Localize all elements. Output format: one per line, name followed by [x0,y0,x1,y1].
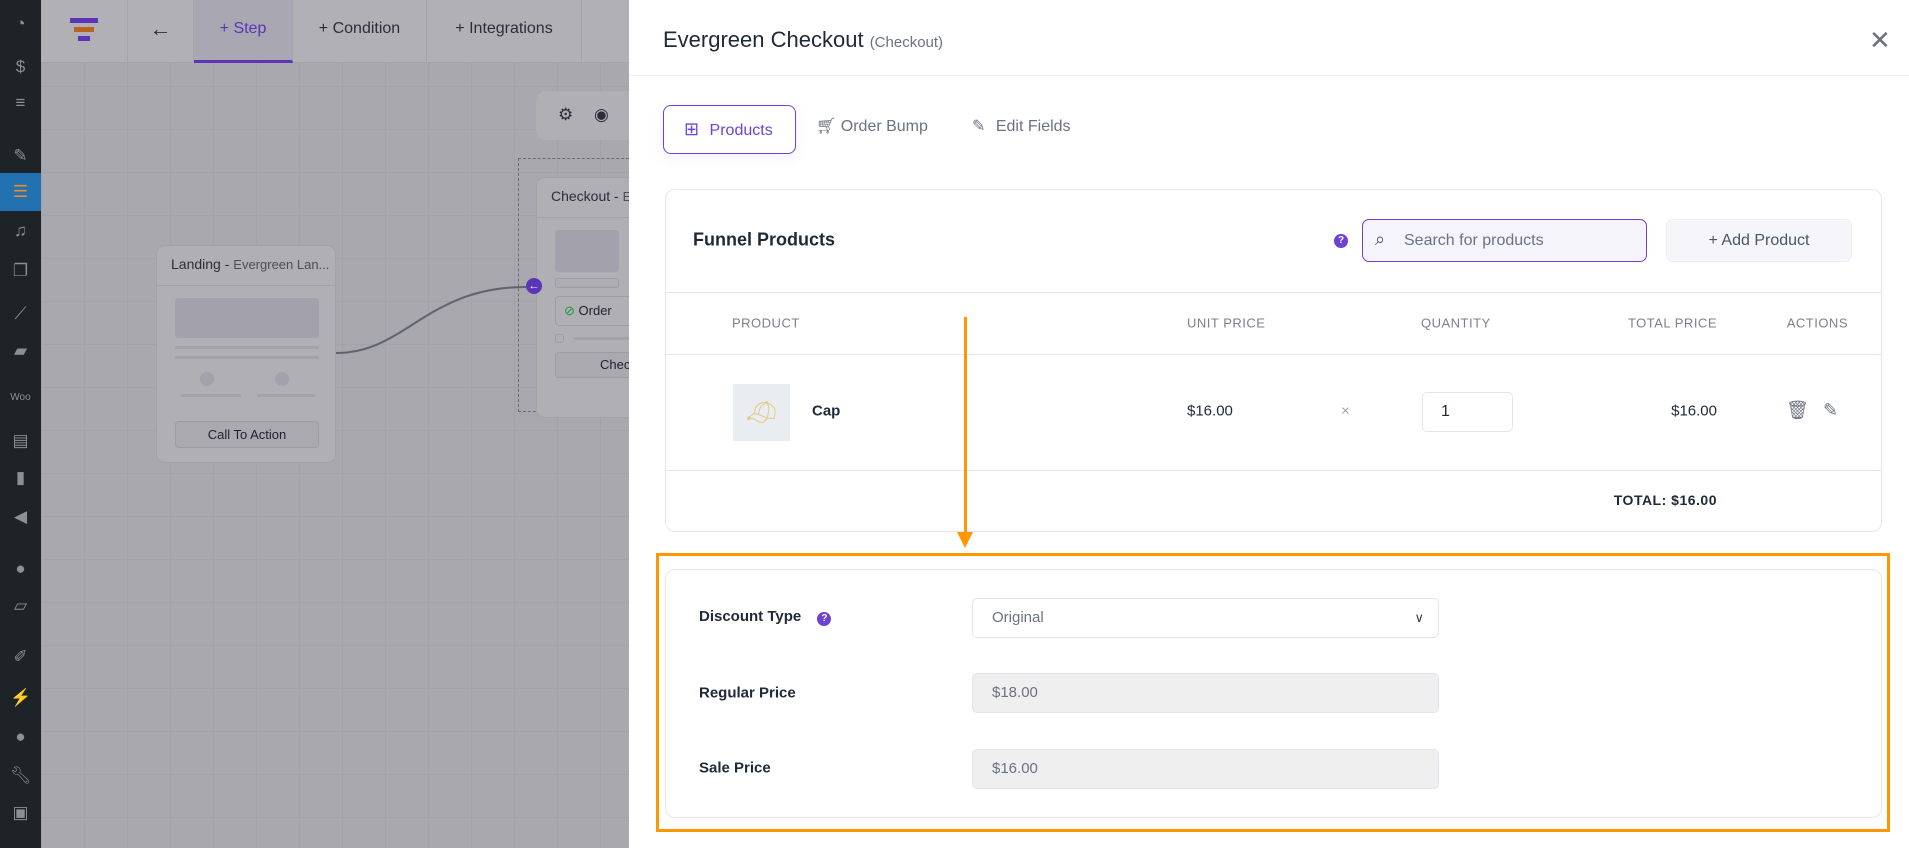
product-thumbnail: 🧢︎ [733,384,790,441]
woo-icon[interactable]: Woo [10,388,31,408]
tab-label: Products [709,122,773,139]
quantity-input[interactable]: 1 [1422,392,1513,432]
plugin-icon[interactable]: ⚡ [10,688,31,708]
sale-price-input[interactable]: $16.00 [972,749,1439,789]
column-header: TOTAL PRICE [1627,315,1717,331]
section-title: Funnel Products [693,229,836,250]
multiply-icon: × [1341,402,1350,420]
divider [629,75,1909,76]
discount-type-label: Discount Type ? [699,608,832,626]
button-label: Add Product [1721,232,1810,249]
pin-icon[interactable]: ✎ [10,146,31,166]
stripe-icon[interactable]: ≡ [10,93,31,113]
elementor-icon[interactable]: ● [10,559,31,579]
product-name: Cap [812,402,841,420]
pencil-icon: ✎ [972,118,986,135]
settings-icon[interactable]: ⚙ [558,105,573,125]
tab-step[interactable]: + Step [194,0,293,63]
node-toolbar: ⚙ ◉ [536,91,629,140]
landing-node[interactable]: Landing - Evergreen Lan... Call To Actio… [156,245,336,463]
trash-icon[interactable]: 🗑︎ [1786,400,1809,421]
divider [665,292,1882,293]
settings-sliders-icon[interactable]: ▣ [10,803,31,823]
checkout-node[interactable]: Checkout - Eve ⊘ Order Chec [536,177,636,418]
node-title: Landing - Evergreen Lan... [157,246,335,286]
wp-admin-sidebar: ◔ $ ≡ ✎ ☰ ♫ ❐ ⟋ ▰ Woo ▤ ▮ ◀ ● ▱ ✐ ⚡ ● 🔧︎… [0,0,41,848]
order-total: TOTAL: $16.00 [1613,492,1717,508]
pencil-icon[interactable]: ✎ [1823,400,1838,421]
analytics-icon[interactable]: ⟋ [10,304,31,324]
tab-condition[interactable]: + Condition [293,0,427,63]
column-header: UNIT PRICE [1187,315,1266,331]
column-header: PRODUCT [732,315,800,331]
close-icon[interactable]: ✕ [1869,25,1891,56]
grid-icon: ⊞ [684,119,700,139]
call-to-action-button[interactable]: Call To Action [175,421,319,448]
divider [665,354,1882,355]
tab-products[interactable]: ⊞ Products [663,105,796,154]
tab-label: Order Bump [840,118,928,135]
row-total: $16.00 [1671,402,1717,420]
sale-price-label: Sale Price [699,759,771,777]
divider [665,470,1882,471]
media-icon[interactable]: ♫ [10,221,31,241]
tab-label: Step [233,20,267,37]
discount-type-select[interactable]: Original ∨ [972,598,1439,638]
canvas-toolbar: ← + Step + Condition + Integrations [41,0,629,63]
column-header: ACTIONS [1786,315,1848,331]
select-value: Original [992,609,1044,626]
wrench-icon[interactable]: 🔧︎ [10,766,32,786]
eye-icon[interactable]: ◉ [594,105,609,125]
tab-edit-fields[interactable]: ✎ Edit Fields [972,116,1071,136]
cart-icon: 🛒︎ [816,118,837,135]
tab-integrations[interactable]: + Integrations [427,0,582,63]
currency-icon[interactable]: $ [10,57,31,77]
tab-label: Edit Fields [995,118,1071,135]
funnel-logo [41,0,128,63]
node-title: Checkout - Eve [537,178,635,218]
add-product-button[interactable]: + Add Product [1666,219,1852,262]
column-header: QUANTITY [1421,315,1491,331]
brush-icon[interactable]: ✐ [10,647,31,667]
search-icon: ⌕ [1375,229,1386,249]
back-button[interactable]: ← [128,0,194,63]
connector-line [336,286,527,354]
megaphone-icon[interactable]: ◀ [10,507,31,527]
help-icon[interactable]: ? [1334,234,1348,248]
folder-icon[interactable]: ▱ [10,596,31,616]
arrow-head [957,532,973,548]
help-icon[interactable]: ? [817,612,832,626]
unit-price: $16.00 [1187,402,1233,420]
funnel-icon[interactable]: ☰ [0,173,41,211]
pages-icon[interactable]: ❐ [10,261,31,281]
tab-label: Integrations [469,20,553,37]
order-bump-chip: ⊘ Order [555,296,635,326]
regular-price-label: Regular Price [699,684,796,702]
panel-title: Evergreen Checkout (Checkout) [663,27,944,52]
dashboard-icon[interactable]: ◔ [10,14,31,34]
bar-chart-icon[interactable]: ▮ [10,468,31,488]
annotation-arrow [964,317,967,537]
comments-icon[interactable]: ▰ [10,341,31,361]
tab-label: Condition [332,20,401,37]
checkout-button[interactable]: Chec [555,352,635,378]
regular-price-input[interactable]: $18.00 [972,673,1439,713]
user-icon[interactable]: ● [10,727,31,747]
connector-handle-icon[interactable]: ← [526,278,542,294]
search-placeholder: Search for products [1404,232,1544,249]
archive-icon[interactable]: ▤ [10,431,31,451]
product-search-input[interactable]: ⌕ Search for products [1362,219,1647,262]
tab-order-bump[interactable]: 🛒︎ Order Bump [816,116,928,136]
chevron-down-icon: ∨ [1414,610,1424,625]
